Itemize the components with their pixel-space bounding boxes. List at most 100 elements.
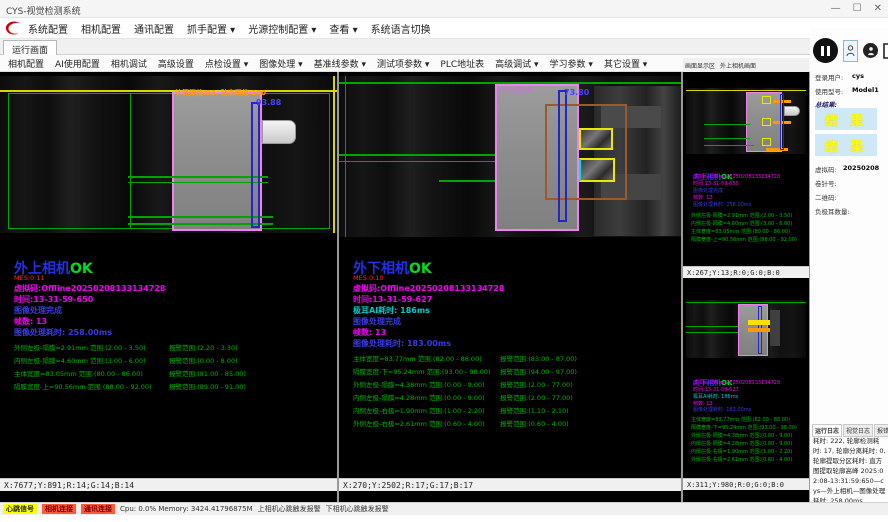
tool-spot-check[interactable]: 点检设置 ▾ bbox=[205, 57, 248, 70]
tool-image-processing[interactable]: 图像处理 ▾ bbox=[259, 57, 302, 70]
measure-green-hline bbox=[339, 154, 497, 156]
mini-view-inner-top[interactable]: 内上相机OK 虚拟码:Offline20250208133134728 时间:1… bbox=[683, 72, 809, 266]
app-logo-icon bbox=[4, 20, 22, 36]
mini-view-inner-bottom[interactable]: 内下相机OK 虚拟码:Offline20250208133134728 时间:1… bbox=[683, 278, 809, 406]
result-ok-badge: OK bbox=[70, 261, 93, 277]
upper-camera-status: 上相机心跳触发报警 bbox=[258, 504, 321, 514]
barcode-line: 虚拟码:Offline20250208133134728 bbox=[353, 283, 504, 294]
cpu-memory-readout: Cpu: 0.0% Memory: 3424.41796875M bbox=[120, 505, 253, 513]
measure-green-hline bbox=[704, 124, 750, 125]
camera-panel-outer-bottom[interactable]: AI检测区域 73.80 外下相机OK MES:0:10 虚拟码:Offline… bbox=[339, 72, 681, 502]
tab-detect-box bbox=[762, 118, 771, 126]
heartbeat-badge: 心跳信号 bbox=[3, 504, 37, 514]
measure-row: 外侧左极-右极=2.61mm 范围:(0.60 - 4.00) bbox=[353, 418, 485, 428]
menu-light-config[interactable]: 光源控制配置 ▾ bbox=[248, 21, 316, 36]
ai-time-line: 极耳AI耗时: 186ms bbox=[353, 305, 430, 316]
measure-row: 外侧左极-隔膜=2.91mm 范围:(2.00 - 3.50) bbox=[14, 342, 146, 352]
pause-button[interactable] bbox=[813, 38, 838, 63]
model-label: 使用型号: bbox=[815, 86, 843, 96]
mini-measure-row: 外侧左极-右极=2.61mm 范围:(0.60 - 4.00) bbox=[691, 456, 792, 463]
operator-button[interactable] bbox=[863, 43, 878, 58]
tab-detect-box bbox=[579, 158, 615, 182]
mini-view2-rows: 图像处理耗时: 183.00ms 主体宽度=83.77mm 范围:(82.00 … bbox=[683, 406, 809, 478]
tool-test-params[interactable]: 测试项参数 ▾ bbox=[377, 57, 429, 70]
status-bar: 心跳信号 相机连接 通讯连接 Cpu: 0.0% Memory: 3424.41… bbox=[0, 502, 888, 515]
frame-line: 帧数: 13 bbox=[353, 327, 386, 338]
menu-gripper-config[interactable]: 抓手配置 ▾ bbox=[187, 21, 235, 36]
menu-language-switch[interactable]: 系统语言切换 bbox=[371, 21, 431, 36]
measure-green-hline bbox=[704, 145, 754, 146]
minimize-button[interactable]: — bbox=[831, 3, 841, 14]
menu-camera-config[interactable]: 相机配置 bbox=[81, 21, 121, 36]
camera-image-outer-top[interactable]: 计算阈值:93, 动态阈值:100 93.88 bbox=[0, 76, 337, 233]
measure-row-alarm: 报警范围:(89.00 - 91.00) bbox=[169, 381, 246, 391]
menu-system-config[interactable]: 系统配置 bbox=[28, 21, 68, 36]
measure-row-alarm: 报警范围:(94.00 - 97.00) bbox=[500, 366, 577, 376]
mini-measure-row: 内侧左极-隔膜=4.60mm 范围:(3.00 - 6.00) bbox=[691, 220, 792, 227]
mini-measure-row: 外侧左极-隔膜=2.91mm 范围:(2.00 - 3.50) bbox=[691, 212, 792, 219]
blue-measure-value: 73.80 bbox=[564, 88, 589, 97]
result-ok-badge: OK bbox=[409, 261, 432, 277]
baseline-yellow-hline bbox=[0, 90, 337, 92]
login-user-value: cys bbox=[852, 72, 864, 80]
measure-row: 主体宽度=83.77mm 范围:(82.00 - 88.00) bbox=[353, 353, 482, 363]
measure-green-hline bbox=[704, 138, 750, 139]
measure-green-vline bbox=[130, 93, 131, 229]
tool-camera-debug[interactable]: 相机调试 bbox=[111, 57, 147, 70]
user-icon bbox=[846, 45, 855, 57]
mini-header-label[interactable]: 画面显示区 bbox=[685, 61, 715, 70]
part-region bbox=[172, 92, 262, 231]
result-status-box-2: 结 果 bbox=[815, 134, 877, 156]
mini-ai-time: 极耳AI耗时: 186ms bbox=[693, 393, 738, 400]
measure-blue-rect bbox=[780, 94, 784, 150]
tool-learning-params[interactable]: 学习参数 ▾ bbox=[550, 57, 593, 70]
neg-tab-count-label: 负极耳数量: bbox=[815, 206, 850, 216]
tool-camera-config[interactable]: 相机配置 bbox=[8, 57, 44, 70]
pixel-coord-readout: X:267;Y:13;R:0;G:0;B:0 bbox=[683, 266, 809, 278]
mini-measure-row: 主体宽度=83.77mm 范围:(82.00 - 88.00) bbox=[691, 416, 790, 423]
mini-image bbox=[686, 300, 806, 358]
run-log-text[interactable]: 耗时: 222, 轮廓检测耗时: 17, 轮廓分离耗时: 0, 轮廓提取分区耗时… bbox=[813, 436, 887, 506]
user-login-button[interactable] bbox=[843, 40, 858, 62]
connector-part bbox=[784, 106, 800, 116]
tab-run-screen[interactable]: 运行画面 bbox=[3, 40, 57, 55]
mini-measure-row: 主体宽度=83.05mm 范围:(80.00 - 86.00) bbox=[691, 228, 790, 235]
menu-view[interactable]: 查看 ▾ bbox=[329, 21, 357, 36]
measure-green-hline bbox=[128, 176, 268, 178]
pin-number-label: 卷针号: bbox=[815, 178, 837, 188]
side-panel: 登录用户: cys 使用型号: Model1 总结果: 结 果 结 果 虚拟码:… bbox=[810, 28, 888, 502]
tool-ai-config[interactable]: AI使用配置 bbox=[55, 57, 100, 70]
mini-time: 时间:13-31-59-627 bbox=[693, 386, 739, 393]
measure-row: 隔膜宽度-上=90.56mm 范围:(88.00 - 92.00) bbox=[14, 381, 152, 391]
frame-line: 帧数: 13 bbox=[14, 316, 47, 327]
edge-yellow-vline bbox=[333, 76, 335, 233]
baseline-yellow-hline bbox=[686, 90, 806, 91]
tool-baseline-params[interactable]: 基准线参数 ▾ bbox=[314, 57, 366, 70]
exit-button[interactable] bbox=[883, 43, 888, 59]
tool-other-settings[interactable]: 其它设置 ▾ bbox=[604, 57, 647, 70]
threshold-overlay-text: 计算阈值:93, 动态阈值:100 bbox=[175, 88, 266, 98]
mini-frame: 帧数: 13 bbox=[693, 194, 713, 201]
mini-time: 时间:13-31-59-650 bbox=[693, 180, 739, 187]
tab-detect-box bbox=[579, 128, 613, 150]
mini-image bbox=[686, 88, 806, 154]
camera-panel-outer-top[interactable]: 计算阈值:93, 动态阈值:100 93.88 外上相机OK MES:0:11 … bbox=[0, 72, 337, 502]
tool-advanced-settings[interactable]: 高级设置 bbox=[158, 57, 194, 70]
menu-comm-config[interactable]: 通讯配置 bbox=[134, 21, 174, 36]
comm-connection-badge: 通讯连接 bbox=[81, 504, 115, 514]
mini-barcode: 虚拟码:Offline20250208133134728 bbox=[693, 173, 780, 180]
tool-plc-address[interactable]: PLC地址表 bbox=[440, 57, 484, 70]
mes-status: MES:0:10 bbox=[353, 274, 384, 282]
tool-advanced-debug[interactable]: 高级调试 ▾ bbox=[495, 57, 538, 70]
side-button-row bbox=[813, 38, 888, 63]
vcode-value: 20250208 bbox=[843, 164, 879, 172]
window-title: CYS-视觉检测系统 bbox=[6, 4, 81, 17]
mini-view-header: 画面显示区 外上相机画面 bbox=[683, 58, 809, 72]
camera-image-outer-bottom[interactable]: AI检测区域 73.80 bbox=[339, 76, 681, 237]
title-bar: CYS-视觉检测系统 — ☐ ✕ bbox=[0, 0, 888, 18]
close-button[interactable]: ✕ bbox=[874, 3, 882, 14]
mini-header-label[interactable]: 外上相机画面 bbox=[720, 61, 756, 70]
blue-measure-value: 93.88 bbox=[256, 98, 281, 107]
maximize-button[interactable]: ☐ bbox=[853, 3, 862, 14]
model-select[interactable]: Model1 bbox=[852, 86, 879, 94]
